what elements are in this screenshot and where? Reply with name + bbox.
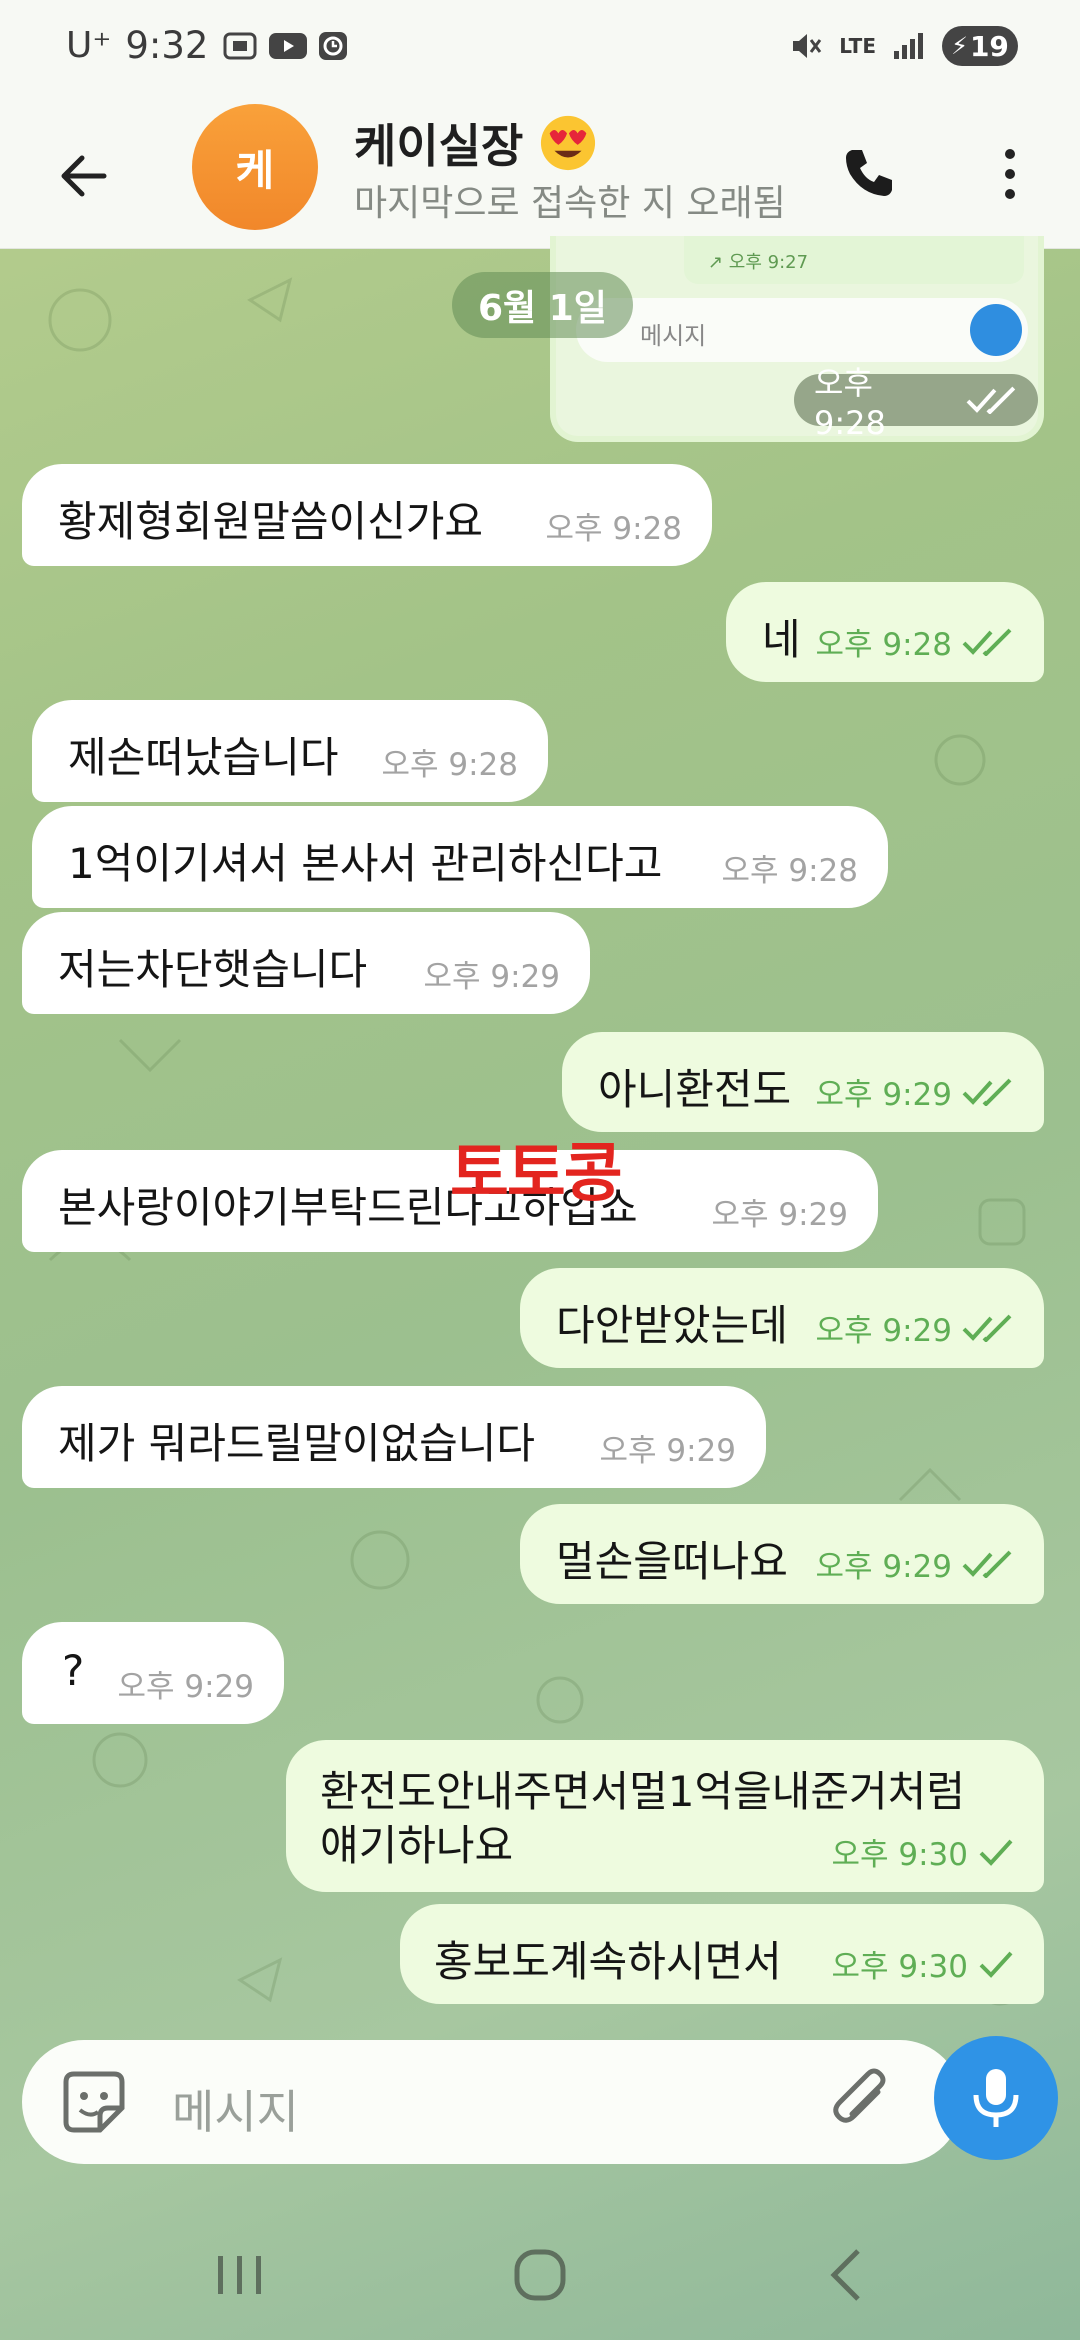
message-text: 네 xyxy=(762,615,801,664)
message-time: 오후 9:28 xyxy=(794,364,1038,436)
recent-apps-button[interactable] xyxy=(190,2230,290,2320)
message-time-status: 오후 9:30 xyxy=(831,1829,1014,1874)
arrow-left-icon xyxy=(61,155,107,197)
back-button[interactable] xyxy=(48,140,120,212)
message-text: 멀손을떠나요 xyxy=(556,1537,788,1586)
message-incoming[interactable]: 저는차단햇습니다 오후 9:29 xyxy=(22,912,590,1014)
message-text: 제가 뭐라드릴말이없습니다 xyxy=(58,1419,536,1468)
message-text: 황제형회원말씀이신가요 xyxy=(58,497,484,546)
message-text: 1억이기셔서 본사서 관리하신다고 xyxy=(68,839,663,888)
message-outgoing[interactable]: 네 오후 9:28 xyxy=(726,582,1044,682)
double-check-icon xyxy=(962,1314,1012,1342)
microphone-icon xyxy=(973,2069,1019,2127)
image-message[interactable]: ↗ 오후 9:27 메시지 오후 9:28 xyxy=(550,236,1044,442)
sticker-icon[interactable] xyxy=(56,2064,132,2140)
chat-header: 케 케이실장 마지막으로 접속한 지 오래됨 xyxy=(0,104,1080,249)
message-composer[interactable]: 메시지 xyxy=(22,2040,962,2164)
check-icon xyxy=(979,1951,1013,1978)
message-incoming[interactable]: 황제형회원말씀이신가요 오후 9:28 xyxy=(22,464,712,566)
message-time: 오후 9:29 xyxy=(117,1669,254,1705)
message-outgoing[interactable]: 환전도안내주면서멀1억을내준거처럼 얘기하나요 오후 9:30 xyxy=(286,1740,1044,1892)
paperclip-icon[interactable] xyxy=(822,2062,902,2142)
message-incoming[interactable]: 제가 뭐라드릴말이없습니다 오후 9:29 xyxy=(22,1386,766,1488)
message-time: 오후 9:29 xyxy=(711,1197,848,1233)
network-type: LTE xyxy=(839,34,876,58)
last-seen-status: 마지막으로 접속한 지 오래됨 xyxy=(354,183,786,224)
message-outgoing[interactable]: 홍보도계속하시면서 오후 9:30 xyxy=(400,1904,1044,2004)
message-text: 제손떠났습니다 xyxy=(68,733,339,782)
message-time-status: 오후 9:29 xyxy=(815,1069,1014,1114)
message-time: 오후 9:29 xyxy=(599,1433,736,1469)
message-time: 오후 9:28 xyxy=(381,747,518,783)
double-check-icon xyxy=(966,386,1016,414)
voice-record-button[interactable] xyxy=(934,2036,1058,2160)
message-time: 오후 9:29 xyxy=(423,959,560,995)
message-text-line: 환전도안내주면서멀1억을내준거처럼 xyxy=(320,1767,965,1816)
message-incoming[interactable]: ? 오후 9:29 xyxy=(22,1622,284,1724)
home-button[interactable] xyxy=(490,2230,590,2320)
double-check-icon xyxy=(962,1550,1012,1578)
message-outgoing[interactable]: 다안받았는데 오후 9:29 xyxy=(520,1268,1044,1368)
message-time-status: 오후 9:29 xyxy=(815,1305,1014,1350)
avatar-letter: 케 xyxy=(235,145,275,195)
clock: 9:32 xyxy=(125,24,209,67)
mute-icon xyxy=(793,34,822,58)
image-inner-composer: 메시지 xyxy=(576,298,1028,362)
message-text: 홍보도계속하시면서 xyxy=(434,1937,782,1986)
watermark-text: 토토콩 xyxy=(450,1137,623,1211)
screenshot-icon xyxy=(223,32,257,59)
signal-icon xyxy=(894,33,923,59)
message-time: 오후 9:28 xyxy=(545,511,682,547)
chevron-left-icon xyxy=(830,2249,860,2301)
battery-indicator: ⚡ 19 xyxy=(942,26,1018,66)
message-text: 다안받았는데 xyxy=(556,1301,788,1350)
charging-icon: ⚡ xyxy=(951,32,968,60)
message-outgoing[interactable]: 멀손을떠나요 오후 9:29 xyxy=(520,1504,1044,1604)
message-time: 오후 9:28 xyxy=(721,853,858,889)
more-vertical-icon xyxy=(1005,149,1015,199)
image-inner-status: ↗ 오후 9:27 xyxy=(684,236,1024,284)
message-incoming[interactable]: 1억이기셔서 본사서 관리하신다고 오후 9:28 xyxy=(32,806,888,908)
carrier-label: U⁺ xyxy=(66,25,112,66)
message-time-status: 오후 9:30 xyxy=(831,1941,1014,1986)
message-text: ? xyxy=(62,1646,85,1695)
avatar[interactable]: 케 xyxy=(192,104,318,230)
home-icon xyxy=(514,2249,566,2301)
alarm-app-icon xyxy=(319,31,348,60)
date-separator: 6월 1일 xyxy=(452,272,633,338)
phone-icon xyxy=(846,150,892,196)
double-check-icon xyxy=(962,1078,1012,1106)
system-navigation-bar xyxy=(0,2210,1080,2340)
message-incoming[interactable]: 제손떠났습니다 오후 9:28 xyxy=(32,700,548,802)
heart-eyes-emoji-icon xyxy=(541,115,596,171)
recents-icon xyxy=(218,2256,261,2294)
system-back-button[interactable] xyxy=(796,2230,896,2320)
message-input[interactable]: 메시지 xyxy=(172,2076,299,2142)
status-bar: U⁺ 9:32 LTE ⚡ 19 xyxy=(0,0,1080,104)
message-time-status: 오후 9:29 xyxy=(815,1541,1014,1586)
call-button[interactable] xyxy=(826,132,910,216)
image-inner-placeholder: 메시지 xyxy=(640,322,707,350)
message-text: 아니환전도 xyxy=(598,1065,792,1114)
contact-name-text: 케이실장 xyxy=(354,119,524,173)
youtube-icon xyxy=(269,32,308,59)
message-time-status: 오후 9:28 xyxy=(815,619,1014,664)
check-icon xyxy=(979,1839,1013,1866)
more-options-button[interactable] xyxy=(980,132,1040,216)
message-text: 저는차단햇습니다 xyxy=(58,945,368,994)
contact-name[interactable]: 케이실장 xyxy=(354,110,597,176)
message-outgoing[interactable]: 아니환전도 오후 9:29 xyxy=(562,1032,1044,1132)
message-text-line: 얘기하나요 xyxy=(320,1821,514,1870)
double-check-icon xyxy=(962,628,1012,656)
battery-level: 19 xyxy=(969,29,1009,63)
image-inner-mic-icon xyxy=(970,304,1022,356)
